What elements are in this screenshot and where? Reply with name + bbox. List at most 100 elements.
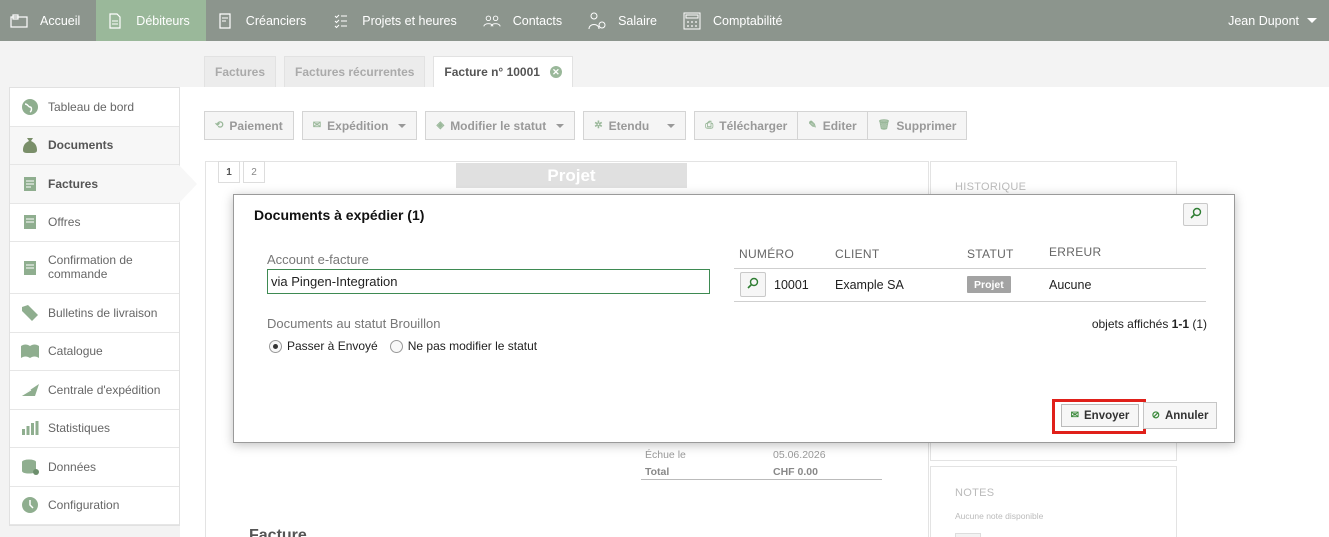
sidebar-item-factures[interactable]: Factures [10, 165, 197, 204]
nav-label: Salaire [618, 13, 657, 28]
nav-label: Créanciers [245, 13, 307, 28]
tab-factures[interactable]: Factures [204, 56, 277, 87]
sidebar-item-offres[interactable]: Offres [10, 204, 179, 242]
draft-status-label: Documents au statut Brouillon [267, 316, 441, 331]
nav-item-salaire[interactable]: Salaire [578, 0, 673, 41]
history-title: HISTORIQUE [955, 181, 1027, 193]
page-button[interactable]: 2 [243, 161, 265, 183]
nav-item-projets[interactable]: Projets et heures [322, 0, 473, 41]
account-label: Account e-facture [267, 252, 369, 267]
user-menu[interactable]: Jean Dupont [1228, 0, 1317, 41]
column-header-statut: STATUT [967, 247, 1014, 261]
search-icon [1189, 207, 1202, 222]
account-e-facture-input[interactable] [267, 269, 710, 294]
tab-label: Factures récurrentes [295, 65, 415, 79]
document-toolbar: ⟲ Paiement ✉ Expédition ◈ Modifier le statu… [204, 111, 968, 140]
total-value: CHF 0.00 [773, 466, 818, 478]
active-pointer [179, 165, 197, 203]
paiement-button[interactable]: ⟲ Paiement [204, 111, 294, 140]
sidebar-item-label: Confirmation de commande [48, 252, 133, 281]
sidebar-item-label: Offres [48, 215, 81, 230]
sidebar-item-centrale[interactable]: Centrale d'expédition [10, 371, 179, 410]
user-name: Jean Dupont [1228, 13, 1299, 28]
row-numero: 10001 [774, 278, 809, 292]
checklist-icon [332, 13, 350, 29]
radio-ne-pas-modifier[interactable] [389, 339, 403, 353]
nav-item-comptabilite[interactable]: Comptabilité [673, 0, 798, 41]
payment-icon: ⟲ [215, 120, 224, 131]
dialog-search-button[interactable] [1183, 203, 1208, 226]
row-erreur: Aucune [1049, 278, 1092, 292]
document-icon [106, 12, 124, 29]
pager-total: (1) [1189, 317, 1207, 331]
nav-item-accueil[interactable]: Accueil [0, 0, 96, 41]
chevron-down-icon [1307, 18, 1317, 23]
button-label: Annuler [1164, 409, 1209, 422]
sidebar-item-configuration[interactable]: Configuration [10, 487, 179, 525]
radio-passer-envoye[interactable] [269, 339, 282, 353]
modifier-statut-button[interactable]: ◈ Modifier le statut [425, 111, 576, 140]
column-header-numero: NUMÉRO [739, 247, 795, 261]
sidebar-item-confirmation[interactable]: Confirmation de commande [10, 242, 179, 294]
envoyer-button[interactable]: ✉ Envoyer [1061, 404, 1139, 427]
sidebar-item-statistiques[interactable]: Statistiques [10, 410, 179, 448]
nav-item-debiteurs[interactable]: Débiteurs [96, 0, 206, 41]
page-button[interactable]: 1 [218, 161, 240, 183]
settings-icon [20, 495, 40, 515]
sidebar-item-label: Statistiques [48, 421, 111, 436]
nav-label: Contacts [512, 13, 563, 28]
add-note-button[interactable] [955, 533, 981, 537]
sidebar-item-label: Documents [48, 138, 114, 153]
tag-icon: ◈ [436, 120, 445, 131]
send-documents-dialog: Documents à expédier (1) Account e-factu… [233, 194, 1235, 443]
total-underline [641, 479, 882, 480]
order-icon [20, 258, 40, 278]
tab-facture-10001[interactable]: Facture n° 10001 ✕ [433, 56, 573, 87]
sidebar-item-label: Factures [48, 176, 99, 191]
nav-item-creanciers[interactable]: Créanciers [206, 0, 322, 41]
annuler-button[interactable]: ⊘ Annuler [1143, 402, 1217, 429]
document-heading: Facture [249, 527, 307, 537]
notes-empty-text: Aucune note disponible [955, 511, 1044, 521]
row-client: Example SA [835, 278, 904, 292]
button-label: Modifier le statut [450, 118, 547, 133]
sidebar-item-label: Configuration [48, 498, 120, 513]
search-icon [747, 277, 759, 292]
document-tabs: Factures Factures récurrentes Facture n°… [204, 56, 581, 87]
sidebar-item-documents[interactable]: Documents [10, 126, 179, 165]
dialog-title: Documents à expédier (1) [254, 207, 425, 223]
due-date-label: Échue le [645, 449, 686, 461]
button-label: Envoyer [1084, 409, 1130, 422]
sidebar-item-donnees[interactable]: Données [10, 448, 179, 487]
tab-label: Facture n° 10001 [444, 65, 540, 79]
draft-status-options: Passer à Envoyé Ne pas modifier le statu… [269, 339, 549, 353]
due-date-value: 05.06.2026 [773, 449, 826, 461]
table-row-view-button[interactable] [740, 272, 766, 297]
editer-button[interactable]: ✎ Editer [797, 111, 867, 140]
sidebar-item-label: Centrale d'expédition [48, 382, 161, 397]
column-header-erreur: ERREUR [1049, 245, 1102, 259]
people-icon [483, 13, 501, 29]
sidebar-item-bulletins[interactable]: Bulletins de livraison [10, 294, 179, 333]
page-selector: 1 2 [218, 161, 268, 183]
sidebar-item-tableau-de-bord[interactable]: Tableau de bord [10, 88, 179, 127]
etendu-button[interactable]: ✲ Etendu [583, 111, 687, 140]
telecharger-button[interactable]: ⎙ Télécharger [694, 111, 798, 140]
sidebar-item-catalogue[interactable]: Catalogue [10, 333, 179, 371]
invoice-icon [20, 174, 40, 194]
close-tab-icon[interactable]: ✕ [549, 66, 562, 78]
notes-panel [930, 466, 1177, 537]
receipt-icon [216, 12, 234, 29]
printer-icon: ⎙ [705, 120, 714, 131]
book-icon [20, 341, 40, 361]
expedition-button[interactable]: ✉ Expédition [301, 111, 418, 140]
tab-factures-recurrentes[interactable]: Factures récurrentes [284, 56, 426, 87]
sidebar-item-label: Bulletins de livraison [48, 305, 158, 320]
column-header-client: CLIENT [835, 247, 880, 261]
supprimer-button[interactable]: 🗑 Supprimer [866, 111, 968, 140]
sidebar: Tableau de bord Documents Factures Offre… [9, 87, 197, 526]
nav-item-contacts[interactable]: Contacts [473, 0, 578, 41]
button-label: Etendu [608, 118, 650, 133]
button-label: Supprimer [896, 118, 957, 133]
offer-icon [20, 212, 40, 232]
